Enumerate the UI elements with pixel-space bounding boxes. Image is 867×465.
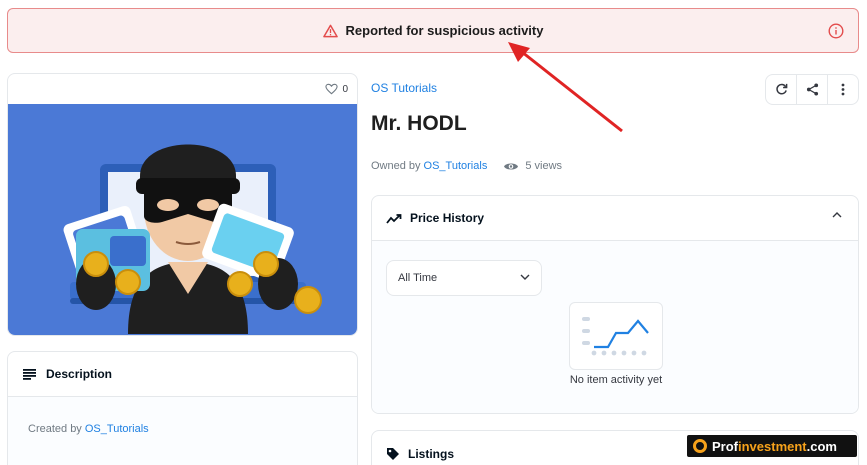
empty-chart-illustration [569, 302, 663, 370]
favorite-row: 0 [8, 74, 357, 104]
refresh-icon [775, 83, 787, 95]
heart-icon[interactable] [325, 83, 339, 95]
watermark-text: Profinvestment.com [712, 439, 837, 454]
watermark-prefix: Prof [712, 438, 738, 454]
time-filter-value: All Time [398, 272, 438, 284]
empty-activity-text: No item activity yet [569, 374, 663, 386]
tag-icon [387, 447, 399, 460]
chevron-down-icon [520, 274, 530, 280]
watermark: Profinvestment.com [687, 435, 857, 457]
watermark-suffix: .com [806, 438, 837, 454]
refresh-button[interactable] [766, 75, 796, 104]
more-button[interactable] [827, 75, 858, 104]
eye-icon [504, 163, 519, 169]
more-icon [841, 83, 845, 96]
view-count: 5 views [525, 160, 563, 172]
description-icon [23, 368, 36, 380]
description-card: Description Created by OS_Tutorials [7, 351, 358, 465]
description-header[interactable]: Description [8, 352, 357, 397]
favorite-count: 0 [342, 83, 348, 95]
banner-text: Reported for suspicious activity [345, 23, 544, 38]
asset-title: Mr. HODL [371, 112, 467, 135]
chevron-up-icon[interactable] [832, 212, 842, 218]
owner-row: Owned by OS_Tutorials 5 views [371, 160, 562, 172]
info-icon[interactable] [828, 23, 844, 39]
price-history-body: All Time No item activity yet [372, 241, 858, 413]
collection-link[interactable]: OS Tutorials [371, 81, 437, 95]
price-history-heading: Price History [410, 211, 485, 225]
share-icon [806, 83, 818, 96]
description-body: Created by OS_Tutorials [8, 397, 357, 465]
price-history-card: Price History All Time No item activity … [371, 195, 859, 414]
created-by-label: Created by [28, 423, 82, 435]
listings-heading: Listings [408, 446, 455, 461]
report-banner: Reported for suspicious activity [7, 8, 859, 53]
asset-image-card: 0 [7, 73, 358, 336]
price-history-header[interactable]: Price History [372, 196, 858, 241]
time-filter-select[interactable]: All Time [386, 260, 542, 296]
watermark-accent: investment [738, 438, 807, 454]
owned-by-label: Owned by [371, 160, 421, 172]
share-button[interactable] [796, 75, 827, 104]
warning-icon [322, 24, 338, 37]
creator-link[interactable]: OS_Tutorials [85, 423, 149, 435]
trend-icon [386, 213, 402, 224]
nft-image [8, 104, 357, 335]
action-button-group [765, 74, 859, 105]
watermark-logo-icon [693, 439, 707, 453]
description-heading: Description [46, 367, 113, 381]
owner-link[interactable]: OS_Tutorials [424, 160, 488, 172]
